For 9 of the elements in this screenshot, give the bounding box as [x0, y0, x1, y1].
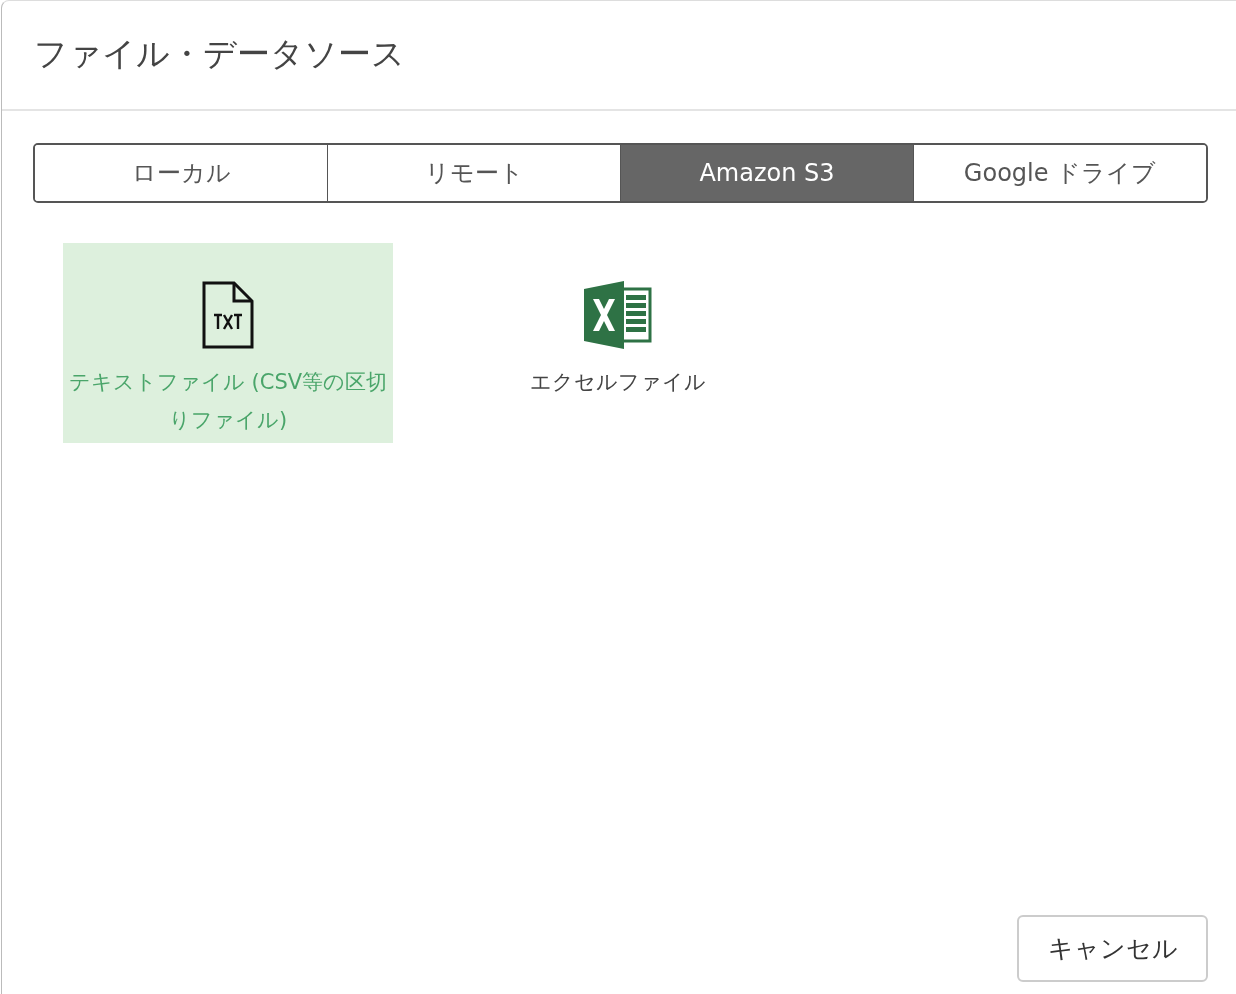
- txt-file-icon: [202, 281, 254, 349]
- tab[interactable]: Amazon S3: [620, 145, 913, 201]
- spreadsheet-icon: [584, 281, 652, 349]
- file-type-label: エクセルファイル: [529, 369, 707, 396]
- tab[interactable]: Google ドライブ: [913, 145, 1206, 201]
- file-type-option[interactable]: エクセルファイル: [453, 243, 783, 443]
- cancel-button[interactable]: キャンセル: [1017, 915, 1208, 982]
- file-type-label: テキストファイル (CSV等の区切りファイル): [67, 369, 389, 434]
- dialog-title: ファイル・データソース: [34, 32, 405, 75]
